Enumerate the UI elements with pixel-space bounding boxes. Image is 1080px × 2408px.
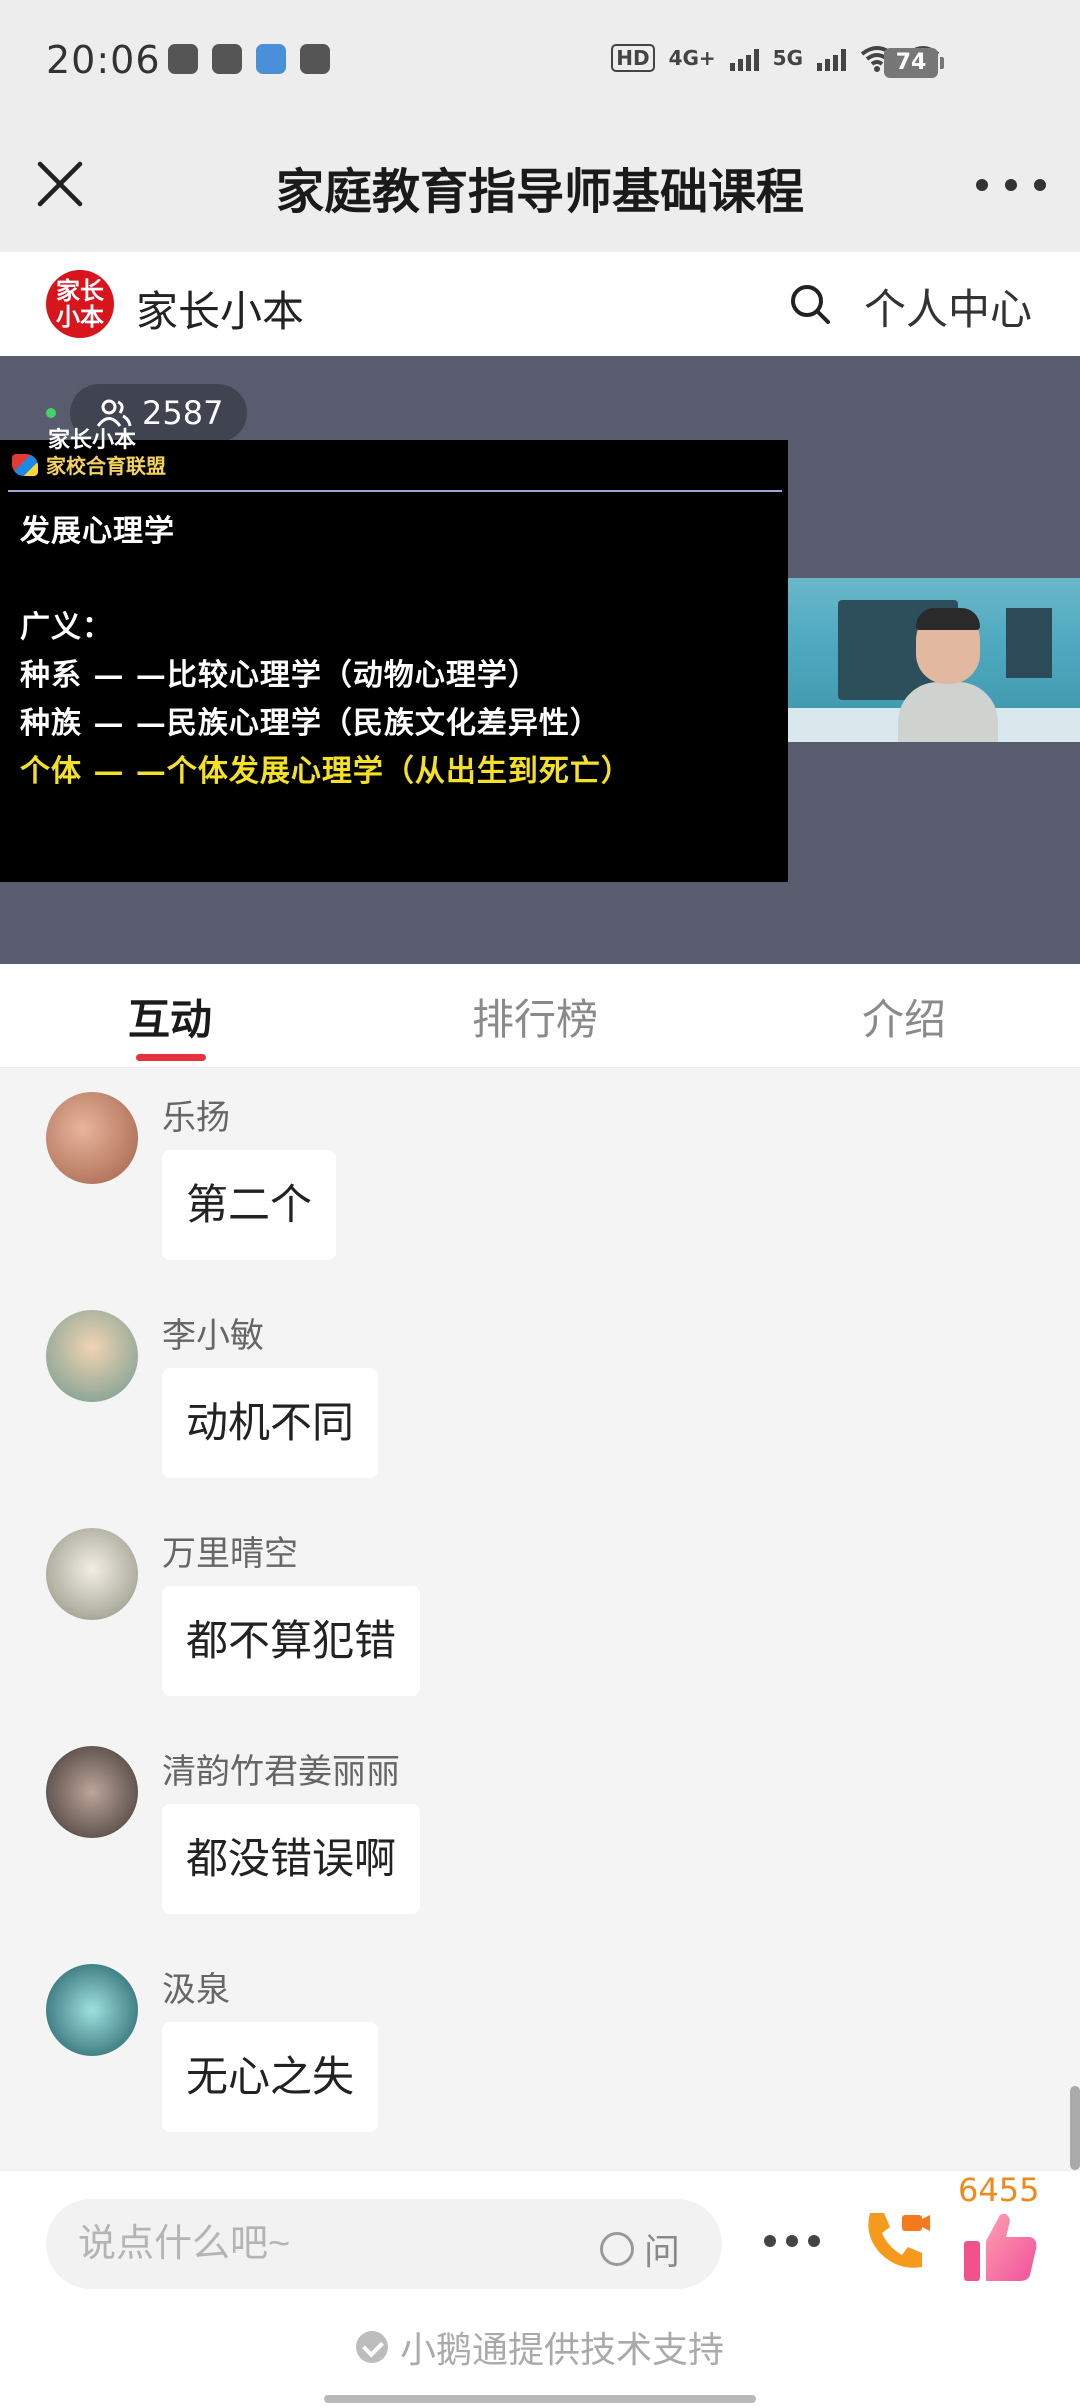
tab-introduction[interactable]: 介绍 [862, 986, 946, 1047]
bottom-bar: 问 6455 小鹅通提供技术支持 [0, 2170, 1080, 2408]
gamepad-icon [300, 44, 330, 74]
ask-question-toggle[interactable]: 问 [600, 2223, 680, 2275]
tiktok-icon [212, 44, 242, 74]
presenter-figure [898, 608, 998, 742]
slide-logo-text: 家校合育联盟 [46, 454, 166, 478]
presenter-camera-feed[interactable] [788, 578, 1080, 742]
search-icon[interactable] [788, 282, 832, 326]
chat-message: 李小敏 动机不同 [0, 1286, 1080, 1504]
chat-message: 汲泉 无心之失 [0, 1940, 1080, 2158]
radio-icon [600, 2232, 634, 2266]
status-bar: 20:06 HD 4G+ 5G 74 [0, 0, 1080, 122]
like-count: 6455 [958, 2171, 1040, 2209]
chat-message: 乐扬 第二个 [0, 1068, 1080, 1286]
chat-message: 万里晴空 都不算犯错 [0, 1504, 1080, 1722]
battery-indicator: 74 [884, 48, 944, 78]
more-icon[interactable] [764, 2231, 820, 2251]
avatar[interactable] [46, 1964, 138, 2056]
tab-ranking[interactable]: 排行榜 [472, 986, 598, 1047]
slide-title: 发展心理学 [20, 514, 175, 549]
chat-message: 清韵竹君姜丽丽 都没错误啊 [0, 1722, 1080, 1940]
message-author: 李小敏 [162, 1316, 264, 1356]
avatar[interactable] [46, 1092, 138, 1184]
tab-bar: 互动 排行榜 介绍 [0, 964, 1080, 1068]
phone-call-icon[interactable] [858, 2205, 932, 2279]
network-5g-label: 5G [772, 46, 803, 70]
chat-icon [256, 44, 286, 74]
slide-logo: 家校合育联盟 [12, 450, 166, 479]
message-author: 万里晴空 [162, 1534, 298, 1574]
slide-line-label: 广义： [20, 610, 113, 645]
network-4g-label: 4G+ [668, 46, 716, 70]
brand-bar: 家长 小本 家长小本 个人中心 [0, 252, 1080, 356]
message-bubble: 动机不同 [162, 1368, 379, 1478]
brand-name[interactable]: 家长小本 [136, 278, 304, 339]
active-tab-indicator [136, 1054, 206, 1061]
slide-divider [8, 490, 782, 492]
live-watermark: 家长小本 [48, 428, 137, 453]
avatar[interactable] [46, 1528, 138, 1620]
slide-line-1: 种系 — —比较心理学（动物心理学） [20, 658, 539, 693]
chat-message-list[interactable]: 乐扬 第二个 李小敏 动机不同 万里晴空 都不算犯错 清韵竹君姜丽丽 都没错误啊… [0, 1068, 1080, 2170]
hd-icon: HD [611, 44, 655, 72]
powered-by-footer: 小鹅通提供技术支持 [0, 2321, 1080, 2373]
avatar[interactable] [46, 1746, 138, 1838]
avatar[interactable] [46, 1310, 138, 1402]
wechat-icon [168, 44, 198, 74]
brand-logo-text-1: 家长 [56, 277, 104, 305]
more-icon[interactable] [976, 160, 1046, 210]
message-author: 汲泉 [162, 1970, 230, 2010]
ask-label: 问 [644, 2232, 681, 2273]
thumbs-up-icon[interactable] [960, 2205, 1040, 2287]
slide-line-2: 种族 — —民族心理学（民族文化差异性） [20, 706, 601, 741]
message-bubble: 第二个 [162, 1150, 337, 1260]
message-bubble: 都不算犯错 [162, 1586, 421, 1696]
signal-bars-icon [729, 45, 759, 71]
message-author: 乐扬 [162, 1098, 230, 1138]
message-author: 清韵竹君姜丽丽 [162, 1752, 400, 1792]
scrollbar[interactable] [1070, 2086, 1080, 2170]
status-time: 20:06 [46, 38, 161, 82]
home-indicator[interactable] [324, 2395, 756, 2403]
message-bubble: 无心之失 [162, 2022, 379, 2132]
presentation-slide: 家校合育联盟 发展心理学 广义： 种系 — —比较心理学（动物心理学） 种族 —… [0, 440, 788, 882]
powered-by-text: 小鹅通提供技术支持 [399, 2330, 724, 2371]
personal-center-link[interactable]: 个人中心 [864, 276, 1032, 337]
status-app-icons [168, 44, 330, 74]
brand-logo[interactable]: 家长 小本 [46, 270, 114, 338]
slide-line-3: 个体 — —个体发展心理学（从出生到死亡） [20, 754, 632, 789]
tab-interaction[interactable]: 互动 [128, 986, 212, 1047]
title-bar: 家庭教育指导师基础课程 [0, 122, 1080, 252]
message-bubble: 都没错误啊 [162, 1804, 421, 1914]
viewer-count: 2587 [142, 394, 224, 432]
brand-logo-text-2: 小本 [56, 303, 104, 331]
signal-bars-icon [817, 45, 846, 71]
alliance-logo-icon [12, 453, 38, 476]
check-circle-icon [355, 2331, 388, 2363]
live-dot [46, 408, 56, 418]
page-title: 家庭教育指导师基础课程 [275, 164, 804, 220]
